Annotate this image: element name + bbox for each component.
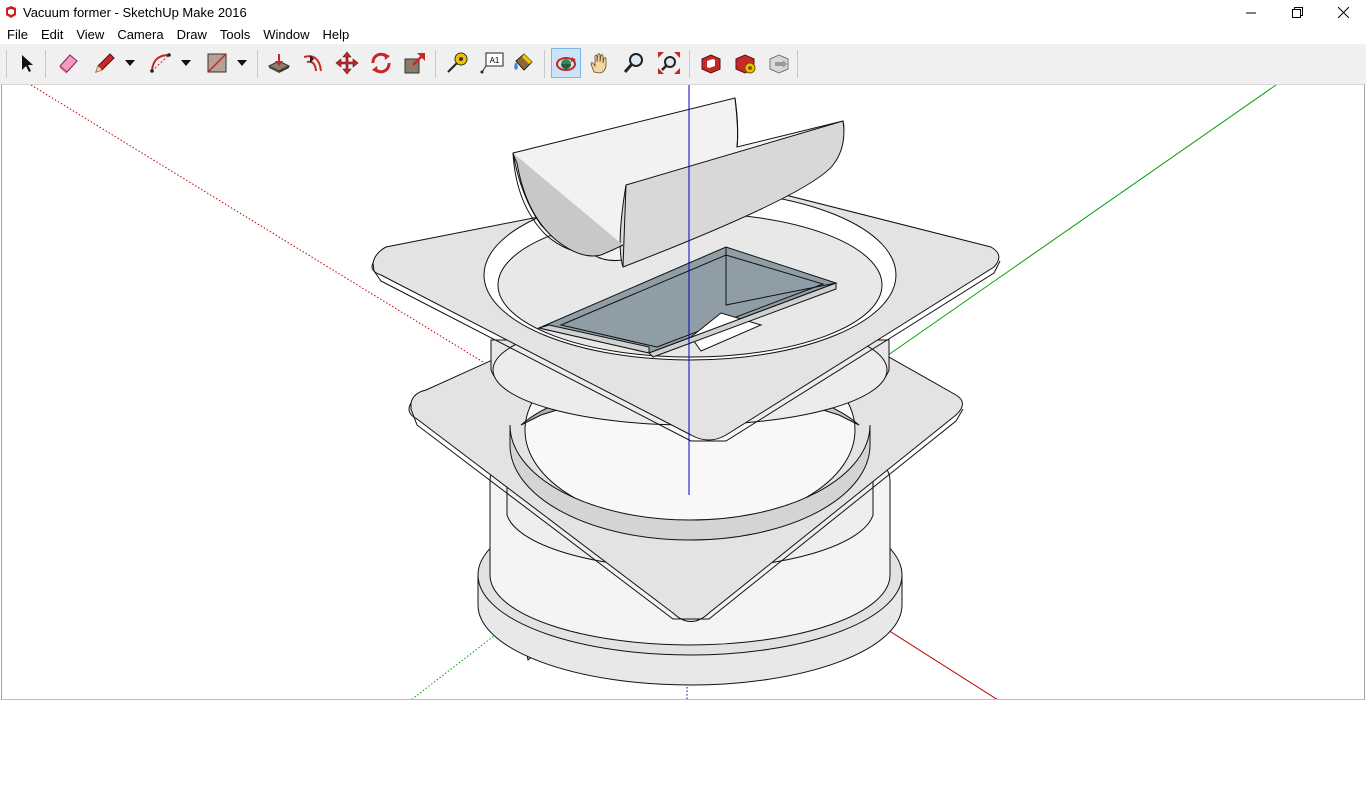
green-axis-positive [880,85,1277,361]
line-tool-button[interactable] [90,48,120,78]
zoom-icon [623,53,643,73]
rectangle-tool-button[interactable] [202,48,232,78]
select-arrow-icon [22,55,33,72]
offset-icon [303,55,322,72]
scale-icon [404,53,425,74]
scale-tool-button[interactable] [400,48,430,78]
offset-tool-button[interactable] [298,48,328,78]
maximize-icon [1291,7,1303,18]
minimize-button[interactable] [1228,0,1274,25]
menu-draw[interactable]: Draw [170,27,213,42]
move-icon [335,51,359,75]
tape-measure-tool-button[interactable] [442,48,472,78]
rotate-tool-button[interactable] [366,48,396,78]
arc-tool-button[interactable] [146,48,176,78]
zoom-tool-button[interactable] [619,48,649,78]
rotate-icon [371,52,391,74]
line-tool-dropdown[interactable] [123,56,137,70]
close-button[interactable] [1320,0,1366,25]
rectangle-icon [207,53,227,73]
menu-tools[interactable]: Tools [213,27,256,42]
status-bar [0,701,1366,800]
paint-bucket-tool-button[interactable] [508,48,538,78]
share-model-button[interactable] [764,48,794,78]
chevron-down-icon [181,60,191,66]
warehouse-icon [701,54,721,74]
model-canvas[interactable] [1,85,1365,700]
zoom-extents-icon [658,52,680,74]
pencil-icon [95,53,115,73]
arc-tool-dropdown[interactable] [179,56,193,70]
pan-hand-icon [590,53,607,74]
menu-camera[interactable]: Camera [110,27,169,42]
model-viewport[interactable] [1,85,1365,700]
toolbar-grip [6,50,7,78]
toolbar: A1 [0,44,1366,85]
minimize-icon [1246,12,1256,13]
zoom-extents-tool-button[interactable] [654,48,684,78]
chevron-down-icon [125,60,135,66]
window-title: Vacuum former - SketchUp Make 2016 [23,5,247,20]
share-model-icon [769,54,789,74]
orbit-tool-button[interactable] [551,48,581,78]
rectangle-tool-dropdown[interactable] [235,56,249,70]
move-tool-button[interactable] [332,48,362,78]
menu-edit[interactable]: Edit [34,27,69,42]
close-icon [1337,7,1349,18]
text-tool-button[interactable]: A1 [477,48,507,78]
title-bar: Vacuum former - SketchUp Make 2016 [0,0,1366,25]
chevron-down-icon [237,60,247,66]
extension-warehouse-button[interactable] [730,48,760,78]
extension-warehouse-icon [735,54,756,74]
maximize-button[interactable] [1274,0,1320,25]
push-pull-tool-button[interactable] [264,48,294,78]
menu-bar: File Edit View Camera Draw Tools Window … [0,25,1366,44]
tape-measure-icon [447,52,468,73]
arc-icon [150,53,171,73]
pan-tool-button[interactable] [585,48,615,78]
eraser-icon [59,54,78,74]
menu-view[interactable]: View [69,27,110,42]
text-icon: A1 [480,52,504,74]
menu-window[interactable]: Window [256,27,315,42]
orbit-icon [556,57,576,71]
paint-bucket-icon [514,53,533,71]
text-tool-label: A1 [490,56,500,65]
3d-warehouse-button[interactable] [696,48,726,78]
select-tool-button[interactable] [12,48,42,78]
push-pull-icon [267,54,291,73]
menu-help[interactable]: Help [316,27,356,42]
menu-file[interactable]: File [0,27,34,42]
sketchup-icon [6,6,16,18]
eraser-tool-button[interactable] [53,48,83,78]
